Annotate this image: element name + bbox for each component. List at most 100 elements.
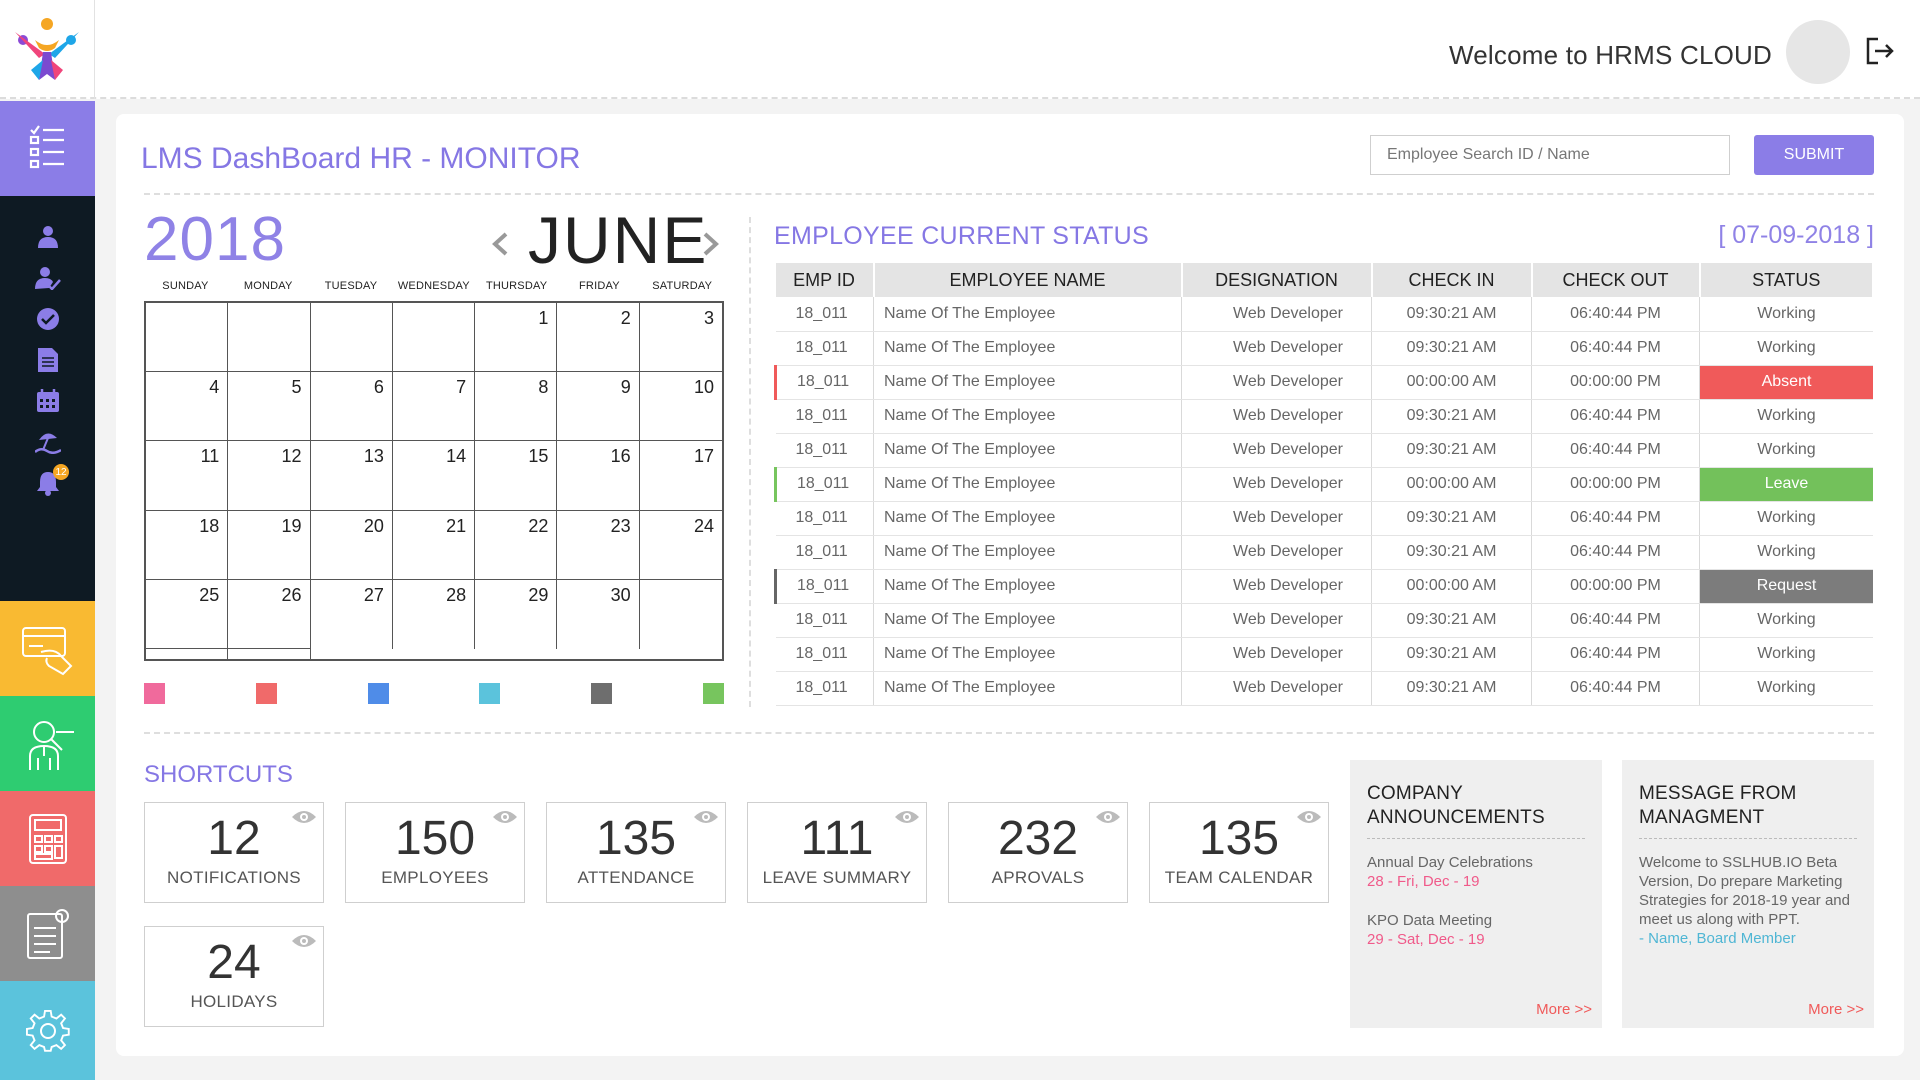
sidebar-item-approvals[interactable] [0,298,95,339]
logout-icon[interactable] [1864,35,1896,67]
calendar-day[interactable]: 2 [557,303,640,373]
column-header[interactable]: EMP ID [775,263,875,297]
sidebar-tile-recruitment[interactable] [0,696,95,791]
calendar-day[interactable]: 4 [146,372,229,442]
table-row[interactable]: 18_011 Name Of The Employee Web Developer 0… [774,569,1873,604]
shortcut-card[interactable]: 232 APROVALS [948,802,1128,903]
sidebar-tile-calculator[interactable] [0,791,95,886]
management-more-link[interactable]: More >> [1808,1001,1864,1018]
calendar-day[interactable]: 23 [557,510,640,580]
shortcut-card[interactable]: 12 NOTIFICATIONS [144,802,324,903]
sidebar-item-notifications[interactable]: 12 [0,462,95,503]
calendar-day[interactable]: 1 [475,303,558,373]
legend-swatch [702,683,724,704]
legend-swatch [591,683,613,704]
calendar-day[interactable]: 10 [639,372,722,442]
calendar-day[interactable]: 19 [228,510,311,580]
calendar-day[interactable]: 20 [310,510,393,580]
sidebar-tile-payroll[interactable] [0,601,95,696]
table-row[interactable]: 18_011 Name Of The Employee Web Developer 0… [775,297,1873,332]
shortcut-label: APROVALS [991,868,1085,887]
calendar-day[interactable]: 12 [228,441,311,511]
calendar-day[interactable]: 29 [475,579,558,649]
management-heading: MESSAGE FROM MANAGMENT [1639,782,1857,839]
sidebar-item-profile[interactable] [0,216,95,257]
chevron-right-icon[interactable] [701,232,721,256]
eye-icon[interactable] [291,933,317,949]
eye-icon[interactable] [492,809,518,825]
shortcut-card[interactable]: 24 HOLIDAYS [144,926,324,1027]
calendar-day[interactable]: 3 [639,303,722,373]
table-row[interactable]: 18_011 Name Of The Employee Web Developer 0… [775,433,1873,468]
status-badge: Working [1699,603,1873,638]
column-header[interactable]: STATUS [1699,263,1874,297]
calendar-day[interactable]: 6 [310,372,393,442]
calendar-day[interactable]: 9 [557,372,640,442]
sidebar-item-holidays[interactable] [0,421,95,462]
calendar-empty-cell [146,648,229,659]
table-row[interactable]: 18_011 Name Of The Employee Web Developer 0… [775,637,1873,672]
status-badge: Leave [1699,467,1873,502]
table-row[interactable]: 18_011 Name Of The Employee Web Developer 0… [775,501,1873,536]
sidebar-item-calendar[interactable] [0,380,95,421]
calendar-day[interactable]: 24 [639,511,722,580]
eye-icon[interactable] [693,809,719,825]
table-row[interactable]: 18_011 Name Of The Employee Web Developer 0… [775,399,1873,434]
sidebar-item-dashboard[interactable] [0,101,95,196]
calendar-day[interactable]: 7 [392,372,476,442]
eye-icon[interactable] [894,809,920,825]
status-badge: Absent [1699,365,1873,400]
calendar-day[interactable]: 25 [146,579,229,649]
shortcut-card[interactable]: 135 TEAM CALENDAR [1149,802,1329,903]
table-cell: Web Developer [1181,297,1372,332]
column-header[interactable]: EMPLOYEE NAME [873,263,1183,297]
calendar-day[interactable]: 5 [228,372,311,442]
announcements-more-link[interactable]: More >> [1536,1001,1592,1018]
table-cell: 00:00:00 AM [1371,569,1532,604]
sidebar-tile-reports[interactable] [0,886,95,981]
table-row[interactable]: 18_011 Name Of The Employee Web Developer 0… [775,603,1873,638]
table-row[interactable]: 18_011 Name Of The Employee Web Developer 0… [774,467,1873,502]
sidebar-item-verify[interactable] [0,257,95,298]
column-header[interactable]: CHECK OUT [1531,263,1701,297]
calendar-day[interactable]: 30 [557,579,640,649]
eye-icon[interactable] [291,809,317,825]
calendar-day[interactable]: 15 [475,441,558,511]
eye-icon[interactable] [1296,809,1322,825]
calendar-day[interactable]: 21 [392,510,476,580]
calendar-day[interactable]: 16 [557,441,640,511]
employee-search-input[interactable] [1370,135,1730,175]
table-cell: Web Developer [1181,433,1372,468]
sidebar-item-documents[interactable] [0,339,95,380]
table-cell: 06:40:44 PM [1531,603,1700,638]
shortcut-card[interactable]: 150 EMPLOYEES [345,802,525,903]
table-row[interactable]: 18_011 Name Of The Employee Web Developer 0… [774,365,1873,400]
calendar-day[interactable]: 27 [311,579,393,649]
sidebar-tile-settings[interactable] [0,981,95,1080]
column-header[interactable]: DESIGNATION [1181,263,1373,297]
calendar-day[interactable]: 28 [393,579,476,649]
user-icon [37,225,58,248]
app-logo[interactable] [0,0,95,99]
calendar-day[interactable]: 18 [146,510,229,580]
shortcut-card[interactable]: 135 ATTENDANCE [546,802,726,903]
shortcut-card[interactable]: 111 LEAVE SUMMARY [747,802,927,903]
calendar-day[interactable]: 22 [475,510,558,580]
avatar[interactable] [1786,20,1850,84]
submit-button[interactable]: SUBMIT [1754,135,1874,175]
chevron-left-icon[interactable] [490,232,510,256]
calendar-day[interactable]: 26 [228,579,311,649]
table-row[interactable]: 18_011 Name Of The Employee Web Developer 0… [775,331,1873,366]
calendar-day[interactable]: 14 [392,441,476,511]
table-row[interactable]: 18_011 Name Of The Employee Web Developer 0… [775,535,1873,570]
table-cell: Name Of The Employee [873,637,1182,672]
calendar-day[interactable]: 13 [310,441,393,511]
table-row[interactable]: 18_011 Name Of The Employee Web Developer 0… [775,671,1873,706]
calendar-day[interactable]: 8 [475,372,558,442]
table-cell: 00:00:00 AM [1371,467,1532,502]
column-header[interactable]: CHECK IN [1371,263,1533,297]
logo-icon [15,17,79,80]
calendar-day[interactable]: 11 [146,441,229,511]
eye-icon[interactable] [1095,809,1121,825]
calendar-day[interactable]: 17 [639,441,722,511]
